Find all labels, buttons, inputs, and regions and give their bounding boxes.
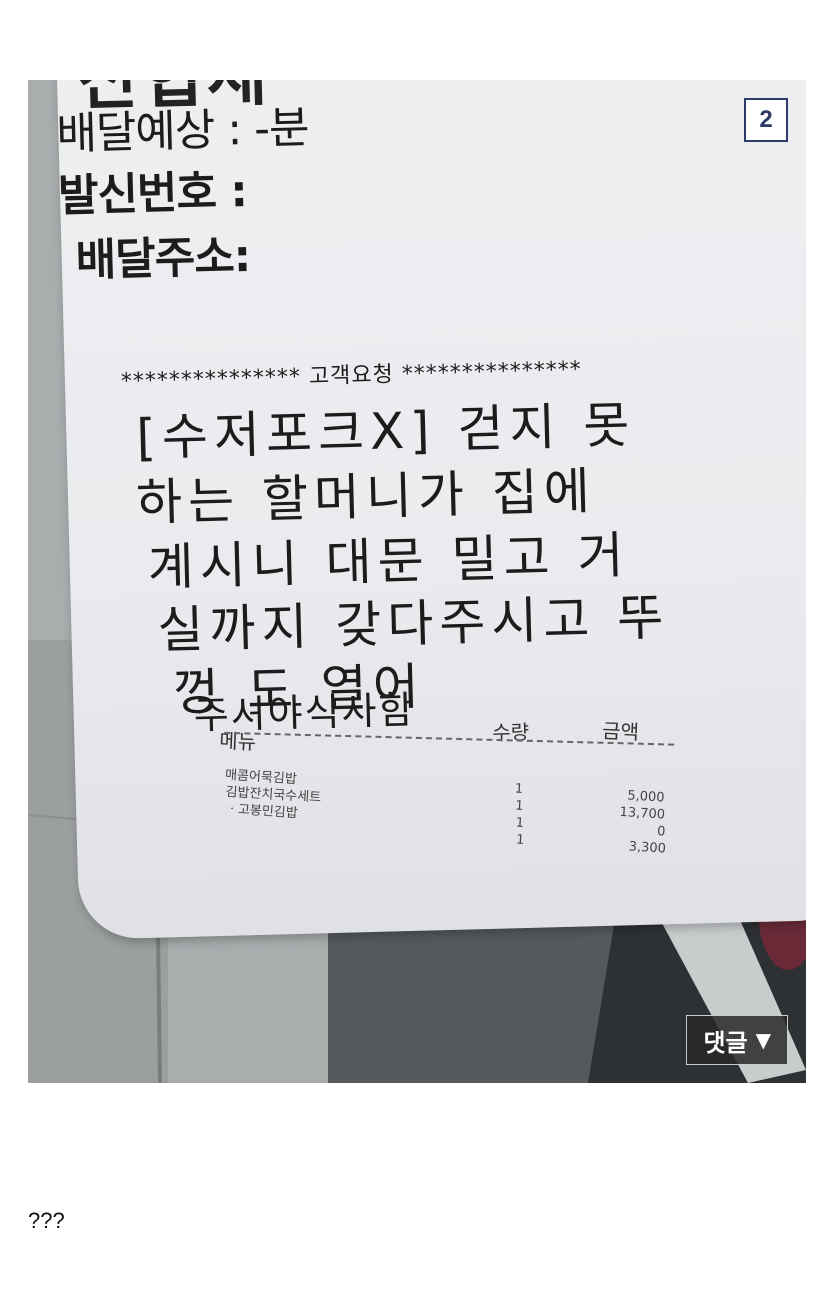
post-text: ??? <box>28 1208 65 1233</box>
item-qty: 1 <box>515 815 525 832</box>
item-amount: 5,000 <box>626 788 665 806</box>
post-photo[interactable]: 신협세 배달예상 : -분 발신번호 : 배달주소: *************… <box>28 80 806 1083</box>
item-qty: 1 <box>515 832 525 849</box>
item-qty: 1 <box>514 781 524 798</box>
amount-header: 금액 <box>601 718 640 745</box>
item-amount: 13,700 <box>619 804 666 823</box>
item-qty: 1 <box>514 798 524 815</box>
item-amount: 3,300 <box>628 839 667 857</box>
caller-number-field: 발신번호 : <box>57 166 248 222</box>
item-amount: 0 <box>656 824 666 840</box>
page-number-badge: 2 <box>744 98 788 142</box>
comment-button-label: 댓글 <box>703 1028 748 1057</box>
menu-header: 메뉴 <box>218 728 257 755</box>
triangle-down-icon: ▼ <box>755 1028 771 1052</box>
receipt: 신협세 배달예상 : -분 발신번호 : 배달주소: *************… <box>56 80 806 940</box>
delivery-address-field: 배달주소: <box>75 230 251 287</box>
delivery-estimate-field: 배달예상 : -분 <box>55 102 310 161</box>
comment-button[interactable]: 댓글 ▼ <box>686 1015 788 1065</box>
